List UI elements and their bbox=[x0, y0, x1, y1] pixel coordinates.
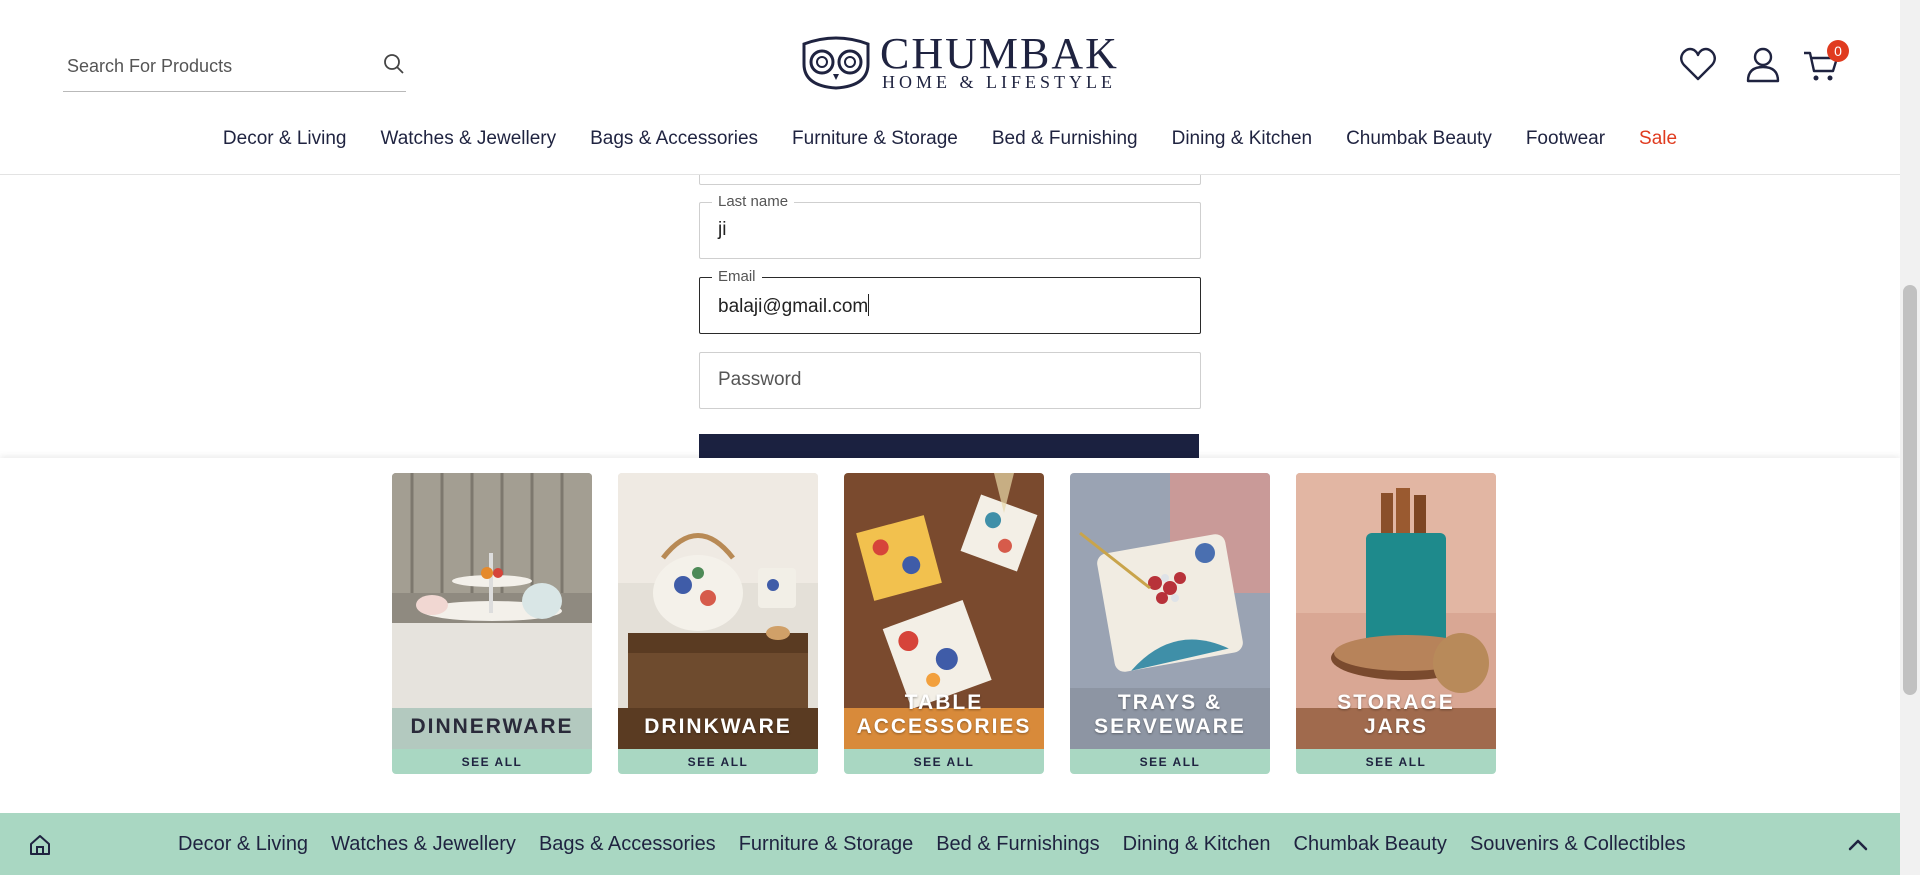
bottom-nav-dining-kitchen[interactable]: Dining & Kitchen bbox=[1123, 833, 1271, 856]
nav-decor-living[interactable]: Decor & Living bbox=[223, 128, 347, 162]
user-icon[interactable] bbox=[1743, 45, 1783, 85]
bottom-nav-bed-furnishings[interactable]: Bed & Furnishings bbox=[936, 833, 1099, 856]
page-scrollbar[interactable] bbox=[1900, 0, 1920, 875]
brand-logo[interactable]: CHUMBAK HOME & LIFESTYLE bbox=[800, 29, 1117, 92]
register-form: Last name ji Email balaji@gmail.com Pass… bbox=[699, 144, 1201, 474]
category-card-trays-serveware[interactable]: TRAYS & SERVEWARE SEE ALL bbox=[1070, 473, 1270, 774]
bottom-nav-decor-living[interactable]: Decor & Living bbox=[178, 833, 308, 856]
category-card-table-accessories[interactable]: TABLE ACCESSORIES SEE ALL bbox=[844, 473, 1044, 774]
nav-sale[interactable]: Sale bbox=[1639, 128, 1677, 162]
home-icon[interactable] bbox=[28, 833, 52, 857]
search-input[interactable] bbox=[65, 50, 369, 82]
see-all-link[interactable]: SEE ALL bbox=[1296, 749, 1496, 774]
nav-dining-kitchen[interactable]: Dining & Kitchen bbox=[1172, 128, 1312, 162]
email-field[interactable]: Email balaji@gmail.com bbox=[699, 268, 1201, 334]
search-bar bbox=[63, 44, 406, 92]
cart-count-badge: 0 bbox=[1827, 40, 1849, 62]
bottom-nav-bags-accessories[interactable]: Bags & Accessories bbox=[539, 833, 716, 856]
nav-bags-accessories[interactable]: Bags & Accessories bbox=[590, 128, 758, 162]
category-title: DRINKWARE bbox=[644, 715, 792, 738]
nav-bed-furnishing[interactable]: Bed & Furnishing bbox=[992, 128, 1138, 162]
last-name-field[interactable]: Last name ji bbox=[699, 193, 1201, 259]
last-name-label: Last name bbox=[712, 193, 795, 210]
heart-icon[interactable] bbox=[1678, 45, 1718, 85]
category-title: TRAYS & bbox=[1117, 691, 1223, 714]
chevron-up-icon[interactable] bbox=[1846, 833, 1870, 857]
site-header: CHUMBAK HOME & LIFESTYLE 0 Decor & Livin… bbox=[0, 0, 1900, 175]
bottom-nav-chumbak-beauty[interactable]: Chumbak Beauty bbox=[1294, 833, 1447, 856]
nav-footwear[interactable]: Footwear bbox=[1526, 128, 1605, 162]
email-value-wrap: balaji@gmail.com bbox=[718, 294, 870, 318]
bottom-nav-watches-jewellery[interactable]: Watches & Jewellery bbox=[331, 833, 516, 856]
bottom-nav-furniture-storage[interactable]: Furniture & Storage bbox=[739, 833, 914, 856]
see-all-link[interactable]: SEE ALL bbox=[618, 749, 818, 774]
category-title: STORAGE bbox=[1337, 691, 1455, 714]
drinkware-image bbox=[618, 473, 818, 749]
nav-watches-jewellery[interactable]: Watches & Jewellery bbox=[380, 128, 556, 162]
category-card-storage-jars[interactable]: STORAGE JARS SEE ALL bbox=[1296, 473, 1496, 774]
see-all-link[interactable]: SEE ALL bbox=[1070, 749, 1270, 774]
scrollbar-thumb[interactable] bbox=[1903, 285, 1917, 695]
logo-tagline: HOME & LIFESTYLE bbox=[882, 72, 1116, 92]
category-title: TABLE bbox=[904, 691, 984, 714]
dinnerware-image bbox=[392, 473, 592, 749]
category-card-dinnerware[interactable]: DINNERWARE SEE ALL bbox=[392, 473, 592, 774]
nav-chumbak-beauty[interactable]: Chumbak Beauty bbox=[1346, 128, 1492, 162]
category-title-line2: SERVEWARE bbox=[1094, 715, 1246, 738]
category-title-line2: ACCESSORIES bbox=[856, 715, 1032, 738]
text-caret bbox=[868, 294, 870, 316]
see-all-link[interactable]: SEE ALL bbox=[392, 749, 592, 774]
category-panel: DINNERWARE SEE ALL DRINKWARE SEE ALL TAB… bbox=[0, 458, 1900, 813]
search-icon[interactable] bbox=[382, 52, 406, 76]
category-cards: DINNERWARE SEE ALL DRINKWARE SEE ALL TAB… bbox=[392, 473, 1496, 774]
email-label: Email bbox=[712, 268, 762, 285]
see-all-link[interactable]: SEE ALL bbox=[844, 749, 1044, 774]
nav-furniture-storage[interactable]: Furniture & Storage bbox=[792, 128, 958, 162]
owl-logo-icon bbox=[802, 36, 870, 90]
last-name-value: ji bbox=[718, 219, 727, 240]
category-title-line2: JARS bbox=[1363, 715, 1429, 738]
password-placeholder: Password bbox=[718, 369, 802, 390]
category-title: DINNERWARE bbox=[410, 715, 574, 738]
bottom-nav-links: Decor & Living Watches & Jewellery Bags … bbox=[178, 813, 1686, 875]
bottom-nav-souvenirs-collectibles[interactable]: Souvenirs & Collectibles bbox=[1470, 833, 1686, 856]
category-card-drinkware[interactable]: DRINKWARE SEE ALL bbox=[618, 473, 818, 774]
main-nav: Decor & Living Watches & Jewellery Bags … bbox=[0, 128, 1900, 162]
email-value: balaji@gmail.com bbox=[718, 296, 869, 317]
password-field[interactable]: Password bbox=[699, 352, 1201, 409]
bottom-category-bar: Decor & Living Watches & Jewellery Bags … bbox=[0, 813, 1900, 875]
